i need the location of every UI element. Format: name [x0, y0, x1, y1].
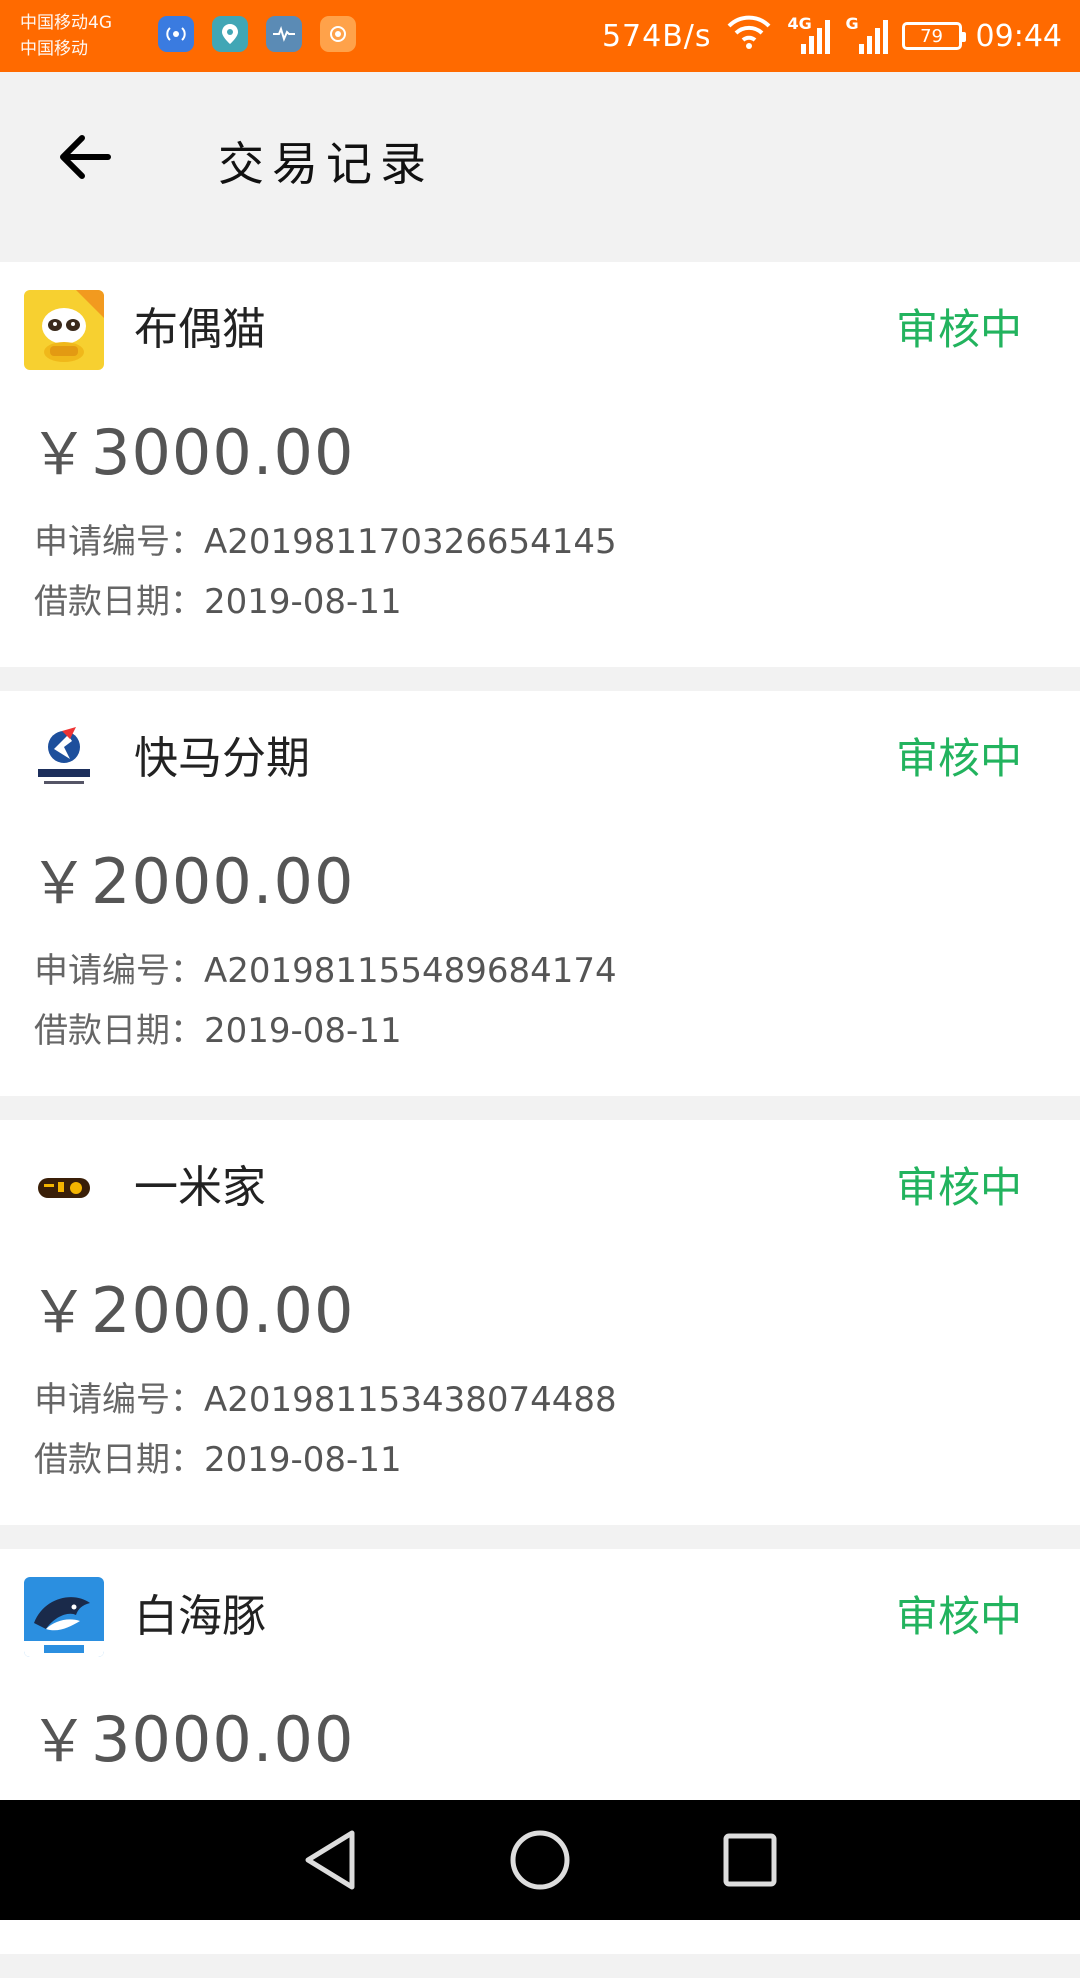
amount-value: 3000.00: [91, 1703, 355, 1776]
app-name: 一米家: [134, 1162, 266, 1213]
app-name: 白海豚: [134, 1591, 266, 1642]
hotspot-icon: [158, 16, 194, 52]
battery-level: 79: [920, 25, 943, 47]
wifi-icon: [726, 14, 772, 58]
location-icon: [212, 16, 248, 52]
back-button[interactable]: [44, 122, 124, 192]
nav-back-button[interactable]: [290, 1820, 370, 1900]
loan-date-value: 2019-08-11: [204, 582, 402, 622]
clock: 09:44: [975, 18, 1062, 54]
record-card[interactable]: 一米家 审核中 ￥2000.00 申请编号：A20198115343807448…: [0, 1120, 1080, 1525]
carrier-2: 中国移动: [20, 39, 88, 59]
amount-value: 3000.00: [91, 416, 355, 489]
app-name: 布偶猫: [134, 304, 266, 355]
currency-symbol: ￥: [30, 849, 90, 917]
app-notification-icon: [320, 16, 356, 52]
loan-date-label: 借款日期：: [34, 582, 204, 622]
apply-number-value: A201981155489684174: [204, 951, 617, 991]
loan-date-row: 借款日期：2019-08-11: [34, 1432, 402, 1481]
app-header: 交易记录: [0, 72, 1080, 240]
loan-date-label: 借款日期：: [34, 1440, 204, 1480]
apply-number-row: 申请编号：A201981155489684174: [34, 943, 617, 992]
amount-value: 2000.00: [91, 845, 355, 918]
status-label: 审核中: [895, 734, 1022, 783]
status-label: 审核中: [895, 1163, 1022, 1212]
currency-symbol: ￥: [30, 420, 90, 488]
loan-date-row: 借款日期：2019-08-11: [34, 1003, 402, 1052]
circle-home-icon: [510, 1830, 570, 1890]
raccoon-cat-icon: [24, 290, 104, 370]
apply-number-label: 申请编号：: [34, 522, 204, 562]
carrier-info: 中国移动4G 中国移动: [20, 10, 112, 62]
loan-amount: ￥3000.00: [30, 1694, 354, 1778]
system-navigation-bar: [0, 1800, 1080, 1920]
status-label: 审核中: [895, 1592, 1022, 1641]
app-name: 快马分期: [134, 733, 310, 784]
nav-home-button[interactable]: [500, 1820, 580, 1900]
apply-number-row: 申请编号：A201981170326654145: [34, 514, 617, 563]
loan-amount: ￥2000.00: [30, 836, 354, 920]
apply-number-value: A201981153438074488: [204, 1380, 617, 1420]
horse-logo-icon: [24, 719, 104, 799]
status-label: 审核中: [895, 305, 1022, 354]
loan-amount: ￥3000.00: [30, 407, 354, 491]
loan-date-label: 借款日期：: [34, 1011, 204, 1051]
page-title: 交易记录: [218, 137, 434, 191]
apply-number-row: 申请编号：A201981153438074488: [34, 1372, 617, 1421]
loan-date-row: 借款日期：2019-08-11: [34, 574, 402, 623]
system-status: 574B/s 4G G 79 09:44: [602, 0, 1062, 72]
signal-g-icon: G: [844, 14, 888, 56]
apply-number-value: A201981170326654145: [204, 522, 617, 562]
apply-number-label: 申请编号：: [34, 1380, 204, 1420]
notification-icons: [158, 16, 356, 52]
amount-value: 2000.00: [91, 1274, 355, 1347]
dolphin-icon: [24, 1577, 104, 1657]
arrow-left-icon: [60, 135, 111, 179]
carrier-1: 中国移动4G: [20, 13, 112, 33]
health-icon: [266, 16, 302, 52]
network-speed: 574B/s: [601, 18, 712, 54]
record-card[interactable]: 布偶猫 审核中 ￥3000.00 申请编号：A20198117032665414…: [0, 262, 1080, 667]
loan-date-value: 2019-08-11: [204, 1011, 402, 1051]
loan-date-value: 2019-08-11: [204, 1440, 402, 1480]
record-card[interactable]: 快马分期 审核中 ￥2000.00 申请编号：A2019811554896841…: [0, 691, 1080, 1096]
nav-recents-button[interactable]: [710, 1820, 790, 1900]
status-bar: 中国移动4G 中国移动 574B/s 4G G 79 09:44: [0, 0, 1080, 72]
currency-symbol: ￥: [30, 1707, 90, 1775]
apply-number-label: 申请编号：: [34, 951, 204, 991]
signal-4g-icon: 4G: [786, 14, 830, 56]
square-recents-icon: [723, 1833, 777, 1887]
loan-amount: ￥2000.00: [30, 1265, 354, 1349]
signal-2-tag: G: [845, 14, 859, 33]
battery-icon: 79: [901, 22, 966, 50]
currency-symbol: ￥: [30, 1278, 90, 1346]
yimijia-logo-icon: [24, 1148, 104, 1228]
record-list: 布偶猫 审核中 ￥3000.00 申请编号：A20198117032665414…: [0, 262, 1080, 1978]
triangle-back-icon: [305, 1830, 355, 1890]
